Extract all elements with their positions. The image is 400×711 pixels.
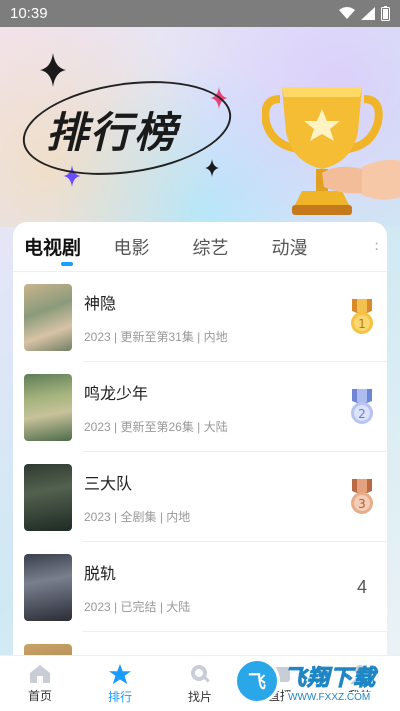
rank-badge: 3: [337, 479, 387, 515]
nav-label: 找片: [187, 690, 212, 704]
item-title: 脱轨: [84, 563, 117, 583]
hero-banner: 排行榜: [0, 27, 400, 227]
nav-home[interactable]: 首页: [0, 656, 80, 711]
ranking-card: 电视剧 电影 综艺 动漫 : 神隐 2023 | 更新至第31集 | 内地 1: [13, 222, 387, 662]
list-item[interactable]: 神隐 2023 | 更新至第31集 | 内地 1: [13, 272, 387, 362]
rank-number: 4: [356, 576, 367, 597]
watermark-text: 飞翔下载: [283, 665, 377, 691]
nav-label: 首页: [27, 689, 52, 703]
nav-label: 排行: [107, 690, 132, 704]
item-title: 神隐: [84, 293, 117, 313]
item-meta: 2023 | 全剧集 | 内地: [84, 509, 191, 524]
nav-find[interactable]: 找片: [160, 656, 240, 711]
item-title: 鸣龙少年: [84, 383, 149, 403]
tabs-overflow-indicator: :: [374, 238, 379, 254]
tab-anime[interactable]: 动漫: [250, 234, 329, 260]
home-icon: [30, 665, 50, 683]
nav-ranking[interactable]: 排行: [80, 656, 160, 711]
list-item[interactable]: 脱轨 2023 | 已完结 | 大陆 4: [13, 542, 387, 632]
rank-number: 3: [358, 497, 366, 511]
signal-icon: [361, 7, 375, 20]
rank-number: 1: [358, 317, 366, 331]
rank-number: 2: [358, 407, 366, 421]
status-icons: [339, 6, 390, 21]
rank-badge: 2: [337, 389, 387, 425]
item-title: 三大队: [84, 473, 133, 493]
battery-icon: [381, 6, 390, 21]
tab-indicator: [61, 262, 73, 266]
ranking-list: 神隐 2023 | 更新至第31集 | 内地 1 鸣龙少年 2023 | 更新至…: [13, 272, 387, 662]
silver-medal-icon: 2: [351, 389, 373, 424]
wifi-icon: [339, 7, 355, 19]
sparkle-icon: [40, 53, 66, 87]
status-bar: 10:39: [0, 0, 400, 27]
search-icon: [191, 665, 210, 683]
tab-tv-series[interactable]: 电视剧: [13, 233, 92, 260]
rank-badge: 1: [337, 299, 387, 335]
poster-image: [24, 283, 72, 351]
tab-variety[interactable]: 综艺: [171, 234, 250, 260]
bronze-medal-icon: 3: [351, 479, 373, 514]
list-item[interactable]: 鸣龙少年 2023 | 更新至第26集 | 大陆 2: [13, 362, 387, 452]
poster-image: [24, 553, 72, 621]
list-item[interactable]: 三大队 2023 | 全剧集 | 内地 3: [13, 452, 387, 542]
tab-movies[interactable]: 电影: [92, 234, 171, 260]
page-title: 排行榜: [46, 108, 179, 157]
gold-medal-icon: 1: [351, 299, 373, 334]
star-icon: [109, 664, 131, 685]
status-time: 10:39: [10, 5, 48, 22]
category-tabs: 电视剧 电影 综艺 动漫 :: [13, 222, 387, 272]
watermark-logo: 飞: [234, 658, 280, 704]
item-meta: 2023 | 更新至第26集 | 大陆: [84, 419, 228, 434]
site-watermark: 飞 飞翔下载 WWW.FXXZ.COM: [234, 651, 400, 711]
item-meta: 2023 | 更新至第31集 | 内地: [84, 329, 228, 344]
sparkle-icon: [205, 159, 219, 177]
watermark-url: WWW.FXXZ.COM: [284, 691, 377, 703]
poster-image: [24, 463, 72, 531]
rank-badge: 4: [337, 577, 387, 598]
poster-image: [24, 373, 72, 441]
item-meta: 2023 | 已完结 | 大陆: [84, 599, 191, 614]
